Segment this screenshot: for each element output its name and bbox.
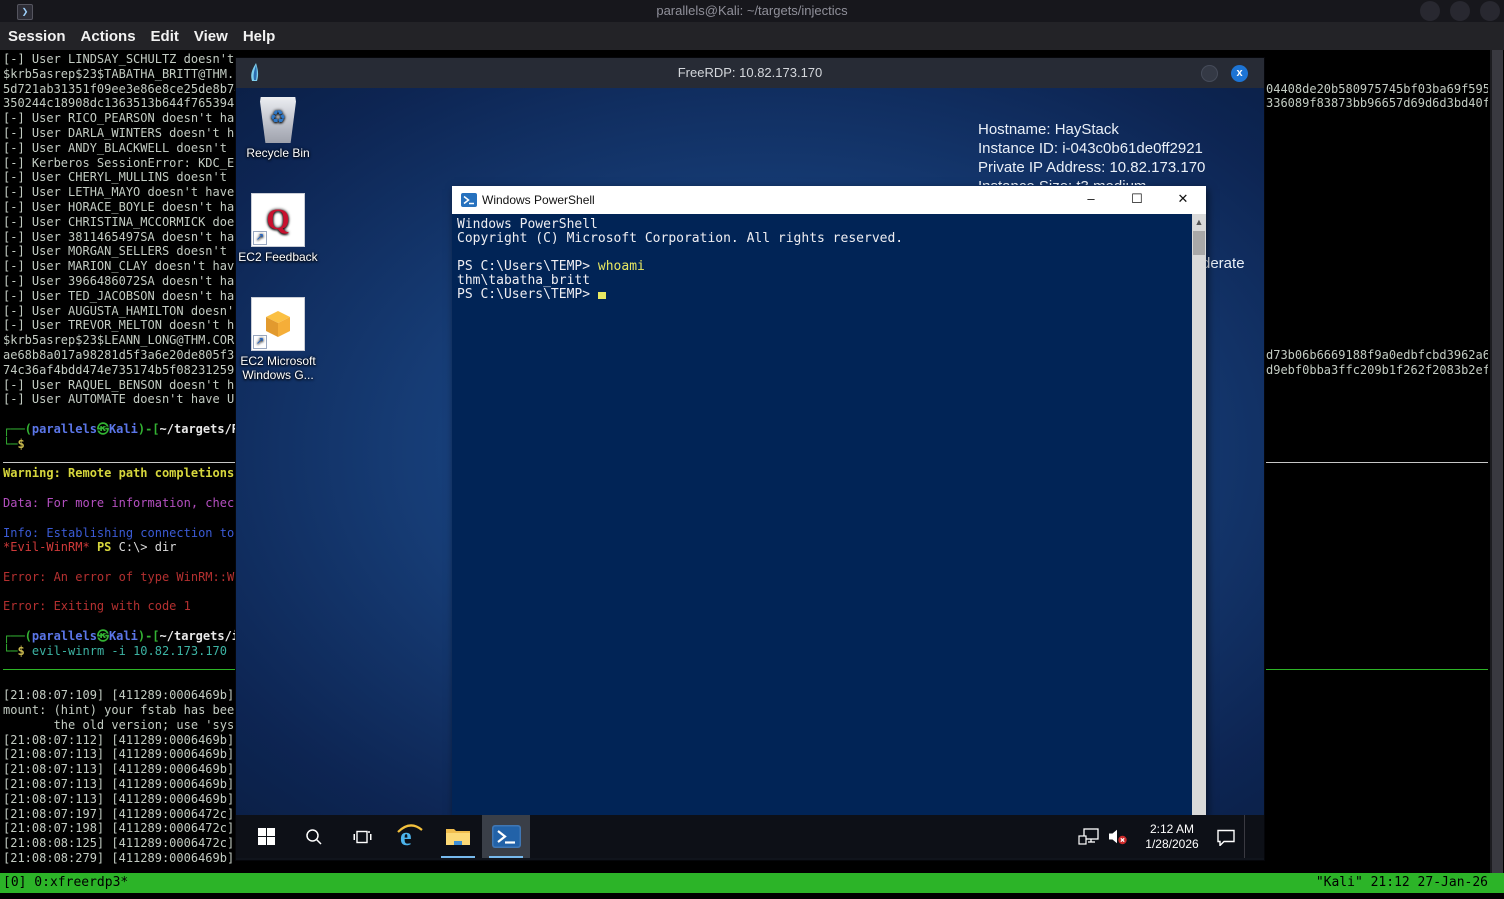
freerdp-app-icon <box>247 63 263 88</box>
tmux-status-bar: [0] 0:xfreerdp3* "Kali" 21:12 27-Jan-26 <box>0 873 1504 893</box>
powershell-taskbar-button[interactable] <box>482 815 530 858</box>
kali-titlebar: ❯ parallels@Kali: ~/targets/injectics <box>0 0 1504 22</box>
screen: ❯ parallels@Kali: ~/targets/injectics Se… <box>0 0 1504 899</box>
powershell-window: Windows PowerShell – ☐ ✕ Windows PowerSh… <box>452 186 1206 815</box>
volume-muted-icon[interactable] <box>1107 828 1128 845</box>
terminal-scrollbar[interactable] <box>1490 50 1503 873</box>
clock-time: 2:12 AM <box>1136 822 1208 837</box>
powershell-icon <box>492 825 521 848</box>
taskbar-clock[interactable]: 2:12 AM 1/28/2026 <box>1136 822 1208 852</box>
window-maximize-button[interactable] <box>1450 1 1470 21</box>
kali-window-title: parallels@Kali: ~/targets/injectics <box>0 3 1504 18</box>
menu-session[interactable]: Session <box>8 28 66 45</box>
tmux-host-clock: "Kali" 21:12 27-Jan-26 <box>1316 873 1488 893</box>
freerdp-window-title: FreeRDP: 10.82.173.170 <box>236 58 1264 88</box>
powershell-console[interactable]: Windows PowerShellCopyright (C) Microsof… <box>452 214 1206 815</box>
start-button[interactable] <box>242 815 290 858</box>
file-explorer-icon <box>445 826 471 847</box>
hostname-line: Hostname: HayStack <box>978 120 1228 139</box>
ps-close-button[interactable]: ✕ <box>1160 186 1206 214</box>
task-view-button[interactable] <box>338 815 386 858</box>
taskbar-tray: 2:12 AM 1/28/2026 <box>1078 815 1258 858</box>
file-explorer-button[interactable] <box>434 815 482 858</box>
instance-id-line: Instance ID: i-043c0b61de0ff2921 <box>978 139 1228 158</box>
private-ip-line: Private IP Address: 10.82.173.170 <box>978 158 1228 177</box>
kali-menubar: Session Actions Edit View Help <box>0 22 1504 50</box>
desktop-icon-recycle-bin[interactable]: ♻ Recycle Bin <box>236 97 320 160</box>
window-minimize-button[interactable] <box>1420 1 1440 21</box>
powershell-output: Windows PowerShellCopyright (C) Microsof… <box>457 217 1190 301</box>
freerdp-titlebar[interactable]: FreeRDP: 10.82.173.170 x <box>236 58 1264 88</box>
shortcut-arrow-icon: ↗ <box>253 335 267 349</box>
terminal-output-left: [-] User LINDSAY_SCHULTZ doesn't k$krb5a… <box>3 52 236 870</box>
menu-edit[interactable]: Edit <box>151 28 179 45</box>
freerdp-close-button[interactable]: x <box>1231 65 1248 82</box>
internet-explorer-button[interactable]: e <box>386 815 434 858</box>
ec2-feedback-icon: Q ↗ <box>251 193 305 247</box>
windows-logo-icon <box>258 828 275 845</box>
ps-maximize-button[interactable]: ☐ <box>1114 186 1160 214</box>
window-close-button[interactable] <box>1480 1 1500 21</box>
powershell-window-title: Windows PowerShell <box>482 186 595 214</box>
search-icon <box>305 828 323 846</box>
freerdp-minimize-button[interactable] <box>1201 65 1218 82</box>
tmux-session-info: [0] 0:xfreerdp3* <box>3 873 128 893</box>
search-button[interactable] <box>290 815 338 858</box>
windows-taskbar: e 2:12 AM 1/28/2026 <box>236 815 1264 858</box>
menu-actions[interactable]: Actions <box>81 28 136 45</box>
recycle-bin-icon: ♻ <box>260 97 296 143</box>
desktop-icon-ec2-feedback[interactable]: Q ↗ EC2 Feedback <box>236 193 320 264</box>
taskbar-apps: e <box>242 815 530 858</box>
freerdp-window: FreeRDP: 10.82.173.170 x ♻ Recycle Bin Q… <box>236 58 1264 860</box>
windows-desktop: ♻ Recycle Bin Q ↗ EC2 Feedback ↗ EC2 Mic… <box>236 88 1264 815</box>
instance-info: Hostname: HayStack Instance ID: i-043c0b… <box>978 120 1228 185</box>
powershell-icon <box>461 192 477 213</box>
desktop-icon-ec2-microsoft-windows[interactable]: ↗ EC2 Microsoft Windows G... <box>236 297 320 382</box>
scrollbar-thumb[interactable] <box>1193 231 1205 255</box>
internet-explorer-icon: e <box>396 823 424 850</box>
menu-view[interactable]: View <box>194 28 228 45</box>
show-desktop-divider[interactable] <box>1244 815 1245 858</box>
scroll-up-icon[interactable]: ▲ <box>1192 214 1206 230</box>
aws-cube-icon: ↗ <box>251 297 305 351</box>
info-text-fragment: derate <box>1202 255 1245 272</box>
powershell-titlebar[interactable]: Windows PowerShell – ☐ ✕ <box>452 186 1206 214</box>
instance-size-line: Instance Size: t3.medium <box>978 177 1228 185</box>
shortcut-arrow-icon: ↗ <box>253 231 267 245</box>
terminal-output-right: 04408de20b580975745bf03ba69f595336089f83… <box>1266 52 1488 870</box>
task-view-icon <box>353 828 372 846</box>
menu-help[interactable]: Help <box>243 28 276 45</box>
powershell-scrollbar[interactable]: ▲ <box>1192 214 1206 815</box>
network-icon[interactable] <box>1078 828 1099 845</box>
clock-date: 1/28/2026 <box>1136 837 1208 852</box>
ps-minimize-button[interactable]: – <box>1068 186 1114 214</box>
action-center-icon[interactable] <box>1216 828 1236 846</box>
